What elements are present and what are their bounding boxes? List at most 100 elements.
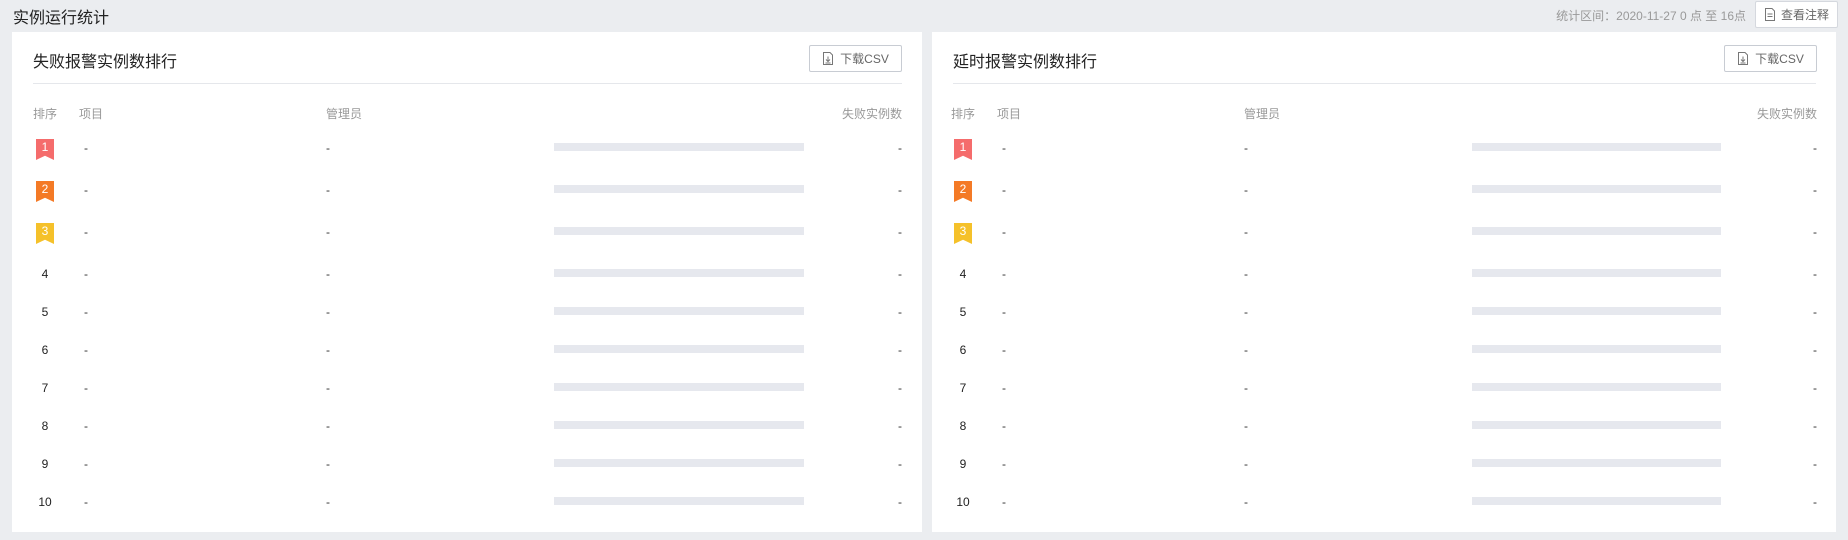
divider [33,83,902,84]
admin-cell: - [326,457,330,471]
project-cell: - [1002,225,1006,239]
rank-number: 9 [41,457,49,471]
count-bar [554,143,804,151]
download-csv-label: 下载CSV [1755,52,1804,66]
failed-count-cell: - [898,419,902,433]
column-header-rank: 排序 [33,107,58,121]
count-bar [1472,185,1721,193]
rank-number: 5 [959,305,967,319]
rank-badge: 2 [36,181,54,202]
admin-cell: - [326,225,330,239]
table-row: 10 - - - [12,492,922,512]
table-row: 7 - - - [12,378,922,398]
rank-number: 7 [41,381,49,395]
column-header-project: 项目 [79,107,104,121]
admin-cell: - [326,419,330,433]
project-cell: - [1002,343,1006,357]
admin-cell: - [326,305,330,319]
rank-number: 5 [41,305,49,319]
failed-count-cell: - [898,343,902,357]
admin-cell: - [326,141,330,155]
count-bar [554,269,804,277]
view-notes-button[interactable]: 查看注释 [1755,1,1838,28]
download-csv-button[interactable]: 下载CSV [1724,45,1817,72]
failed-count-cell: - [898,141,902,155]
download-csv-button[interactable]: 下载CSV [809,45,902,72]
admin-cell: - [1244,183,1248,197]
page-header: 实例运行统计 统计区间：2020-11-27 0 点 至 16点 查看注释 [0,0,1848,30]
rank-badge: 1 [36,139,54,160]
project-cell: - [1002,267,1006,281]
rank-badge: 1 [954,139,972,160]
failed-count-cell: - [898,267,902,281]
download-file-icon [823,52,834,65]
rank-number: 8 [959,419,967,433]
download-file-icon [1738,52,1749,65]
table-row: 9 - - - [12,454,922,474]
table-row: 4 - - - [932,264,1836,284]
rank-number: 10 [38,495,52,509]
download-csv-label: 下载CSV [840,52,889,66]
admin-cell: - [326,267,330,281]
count-bar [1472,497,1721,505]
table-row: 3 - - - [12,222,922,244]
divider [953,83,1816,84]
project-cell: - [84,495,88,509]
project-cell: - [1002,495,1006,509]
failed-count-cell: - [898,305,902,319]
rank-badge: 3 [36,223,54,244]
count-bar [554,227,804,235]
failed-count-cell: - [898,457,902,471]
failed-count-cell: - [898,183,902,197]
table-row: 5 - - - [932,302,1836,322]
count-bar [1472,421,1721,429]
count-bar [554,307,804,315]
admin-cell: - [1244,457,1248,471]
table-row: 1 - - - [932,138,1836,160]
table-row: 2 - - - [932,180,1836,202]
table-row: 6 - - - [12,340,922,360]
statistics-period: 统计区间：2020-11-27 0 点 至 16点 [1556,9,1746,23]
count-bar [1472,143,1721,151]
count-bar [1472,383,1721,391]
count-bar [1472,345,1721,353]
project-cell: - [84,419,88,433]
document-icon [1764,8,1775,21]
count-bar [1472,269,1721,277]
project-cell: - [1002,381,1006,395]
admin-cell: - [1244,305,1248,319]
failed-count-cell: - [1813,495,1817,509]
rank-badge: 2 [954,181,972,202]
count-bar [1472,459,1721,467]
failed-count-cell: - [898,381,902,395]
panel-title: 延时报警实例数排行 [953,54,1098,71]
count-bar [554,185,804,193]
rank-number: 4 [41,267,49,281]
admin-cell: - [1244,419,1248,433]
rank-number: 7 [959,381,967,395]
count-bar [554,497,804,505]
project-cell: - [84,183,88,197]
table-row: 2 - - - [12,180,922,202]
admin-cell: - [1244,225,1248,239]
table-row: 5 - - - [12,302,922,322]
admin-cell: - [1244,141,1248,155]
column-header-rank: 排序 [951,107,976,121]
table-row: 8 - - - [12,416,922,436]
project-cell: - [1002,457,1006,471]
failed-count-cell: - [1813,305,1817,319]
panel-title: 失败报警实例数排行 [33,54,178,71]
count-bar [554,421,804,429]
failed-count-cell: - [1813,343,1817,357]
failed-count-cell: - [1813,225,1817,239]
table-row: 7 - - - [932,378,1836,398]
admin-cell: - [326,495,330,509]
page-title: 实例运行统计 [13,10,110,27]
admin-cell: - [326,381,330,395]
rank-number: 10 [956,495,970,509]
project-cell: - [1002,419,1006,433]
count-bar [554,459,804,467]
admin-cell: - [326,183,330,197]
failed-count-cell: - [1813,419,1817,433]
failed-count-cell: - [1813,141,1817,155]
